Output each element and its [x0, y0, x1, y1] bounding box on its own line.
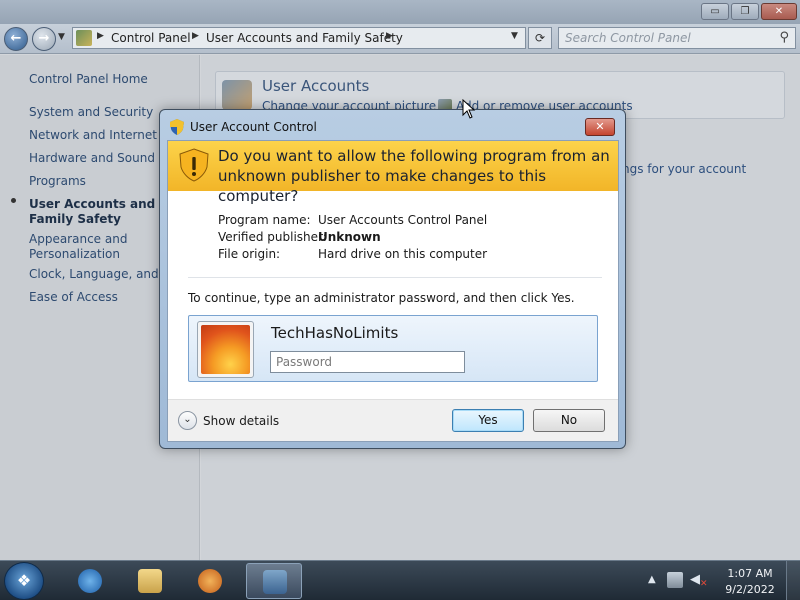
program-name-value: User Accounts Control Panel [318, 213, 488, 227]
back-arrow-icon: ← [10, 31, 22, 46]
refresh-icon: ⟳ [534, 31, 546, 45]
taskbar-media-player[interactable] [182, 563, 238, 599]
yes-button[interactable]: Yes [452, 409, 524, 432]
active-item-bullet-icon [11, 198, 16, 203]
file-origin-label: File origin: [218, 247, 281, 261]
mouse-pointer-icon [462, 99, 476, 119]
folder-icon [138, 569, 162, 593]
maximize-icon: ❐ [740, 6, 750, 17]
minimize-icon: ▭ [710, 6, 720, 17]
network-icon[interactable] [667, 572, 683, 588]
sidebar-item-network[interactable]: Network and Internet [29, 128, 157, 143]
breadcrumb-separator-icon[interactable]: ▶ [192, 31, 199, 41]
show-details-link[interactable]: Show details [203, 414, 279, 428]
recent-pages-dropdown-icon[interactable]: ▼ [58, 32, 65, 42]
clock-date[interactable]: 9/2/2022 [722, 583, 778, 596]
close-icon: ✕ [774, 6, 784, 17]
window-close-button[interactable]: ✕ [761, 3, 797, 20]
taskbar-control-panel[interactable] [246, 563, 302, 599]
dialog-body: Do you want to allow the following progr… [167, 140, 619, 442]
chevron-down-icon: ⌄ [183, 414, 192, 425]
media-player-icon [198, 569, 222, 593]
taskbar-windows-explorer[interactable] [122, 563, 178, 599]
refresh-button[interactable]: ⟳ [528, 27, 552, 49]
sidebar-item-hardware[interactable]: Hardware and Sound [29, 151, 155, 166]
file-origin-value: Hard drive on this computer [318, 247, 488, 261]
dialog-title: User Account Control [190, 120, 317, 134]
section-title[interactable]: User Accounts [262, 77, 369, 95]
expand-details-button[interactable]: ⌄ [178, 411, 197, 430]
breadcrumb-separator-icon[interactable]: ▶ [97, 31, 104, 41]
user-accounts-icon [222, 80, 252, 110]
sidebar-item-appearance[interactable]: Appearance and Personalization [29, 232, 159, 262]
breadcrumb-control-panel[interactable]: Control Panel [111, 31, 191, 45]
taskbar-internet-explorer[interactable] [62, 563, 118, 599]
control-panel-icon [76, 30, 92, 46]
search-placeholder: Search Control Panel [565, 31, 691, 45]
search-box[interactable]: Search Control Panel ⚲ [558, 27, 796, 49]
instruction-text: To continue, type an administrator passw… [188, 291, 575, 305]
warning-shield-icon [179, 148, 209, 182]
internet-explorer-icon [78, 569, 102, 593]
sidebar-control-panel-home[interactable]: Control Panel Home [29, 72, 148, 87]
minimize-button[interactable]: ▭ [701, 3, 729, 20]
dialog-close-button[interactable]: ✕ [585, 118, 615, 136]
uac-question: Do you want to allow the following progr… [218, 147, 610, 205]
dialog-footer: ⌄ Show details Yes No [168, 399, 618, 441]
password-input[interactable] [270, 351, 465, 373]
forward-arrow-icon: → [38, 31, 50, 46]
address-bar[interactable]: ▶ Control Panel ▶ User Accounts and Fami… [72, 27, 526, 49]
program-name-label: Program name: [218, 213, 311, 227]
account-settings-link[interactable]: ngs for your account [622, 162, 746, 176]
sidebar-item-ease-of-access[interactable]: Ease of Access [29, 290, 118, 305]
close-icon: ✕ [595, 120, 605, 133]
show-desktop-button[interactable] [786, 561, 800, 600]
uac-dialog: User Account Control ✕ Do you want to al… [159, 109, 626, 449]
username-label: TechHasNoLimits [271, 324, 399, 342]
window-title-bar: ▭ ❐ ✕ [0, 0, 800, 24]
navigation-bar: ← → ▼ ▶ Control Panel ▶ User Accounts an… [0, 24, 800, 54]
warning-banner: Do you want to allow the following progr… [168, 141, 618, 205]
windows-logo-icon: ❖ [16, 571, 32, 590]
sidebar-item-programs[interactable]: Programs [29, 174, 86, 189]
publisher-value: Unknown [318, 230, 381, 244]
sidebar-item-system-security[interactable]: System and Security [29, 105, 153, 120]
user-avatar [197, 321, 254, 378]
clock-time[interactable]: 1:07 AM [722, 567, 778, 580]
show-hidden-icons-icon[interactable]: ▲ [648, 574, 656, 585]
taskbar: ❖ ▲ ◀ ✕ 1:07 AM 9/2/2022 [0, 560, 800, 600]
breadcrumb-user-accounts[interactable]: User Accounts and Family Safety [206, 31, 403, 45]
forward-button[interactable]: → [32, 27, 56, 51]
no-button[interactable]: No [533, 409, 605, 432]
search-icon[interactable]: ⚲ [779, 30, 789, 45]
breadcrumb-separator-icon[interactable]: ▶ [386, 31, 393, 41]
divider [188, 277, 602, 278]
publisher-label: Verified publisher: [218, 230, 327, 244]
flower-avatar-icon [201, 325, 250, 374]
volume-icon[interactable]: ◀ [690, 572, 700, 587]
muted-icon: ✕ [700, 579, 708, 589]
start-button[interactable]: ❖ [4, 562, 44, 600]
credential-tile[interactable]: TechHasNoLimits [188, 315, 598, 382]
control-panel-icon [263, 570, 287, 594]
maximize-button[interactable]: ❐ [731, 3, 759, 20]
back-button[interactable]: ← [4, 27, 28, 51]
address-dropdown-icon[interactable]: ▼ [511, 31, 518, 41]
uac-shield-icon [170, 119, 184, 135]
